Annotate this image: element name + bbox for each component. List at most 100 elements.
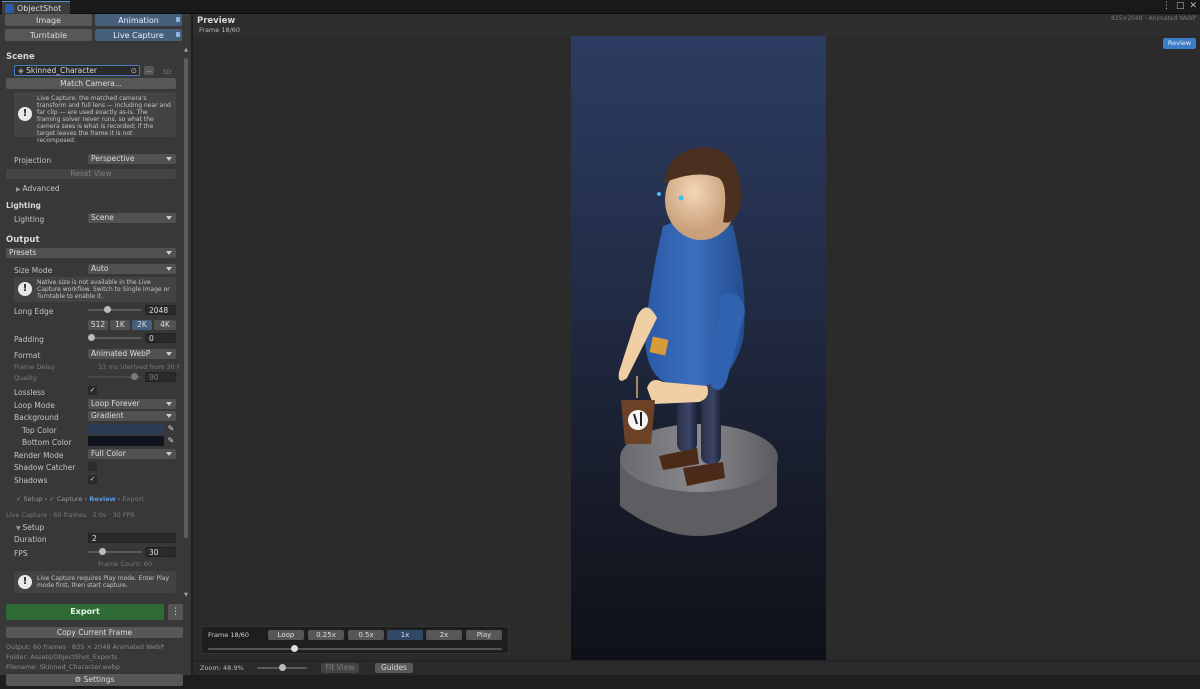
speed-1x-button[interactable]: 1x [387,630,423,640]
size-mode-label: Size Mode [14,266,53,275]
presets-dropdown[interactable]: Presets [6,248,176,258]
guides-button[interactable]: Guides [375,663,413,673]
output-info: Output: 60 frames · 835 × 2048 Animated … [6,643,165,651]
render-canvas [571,36,826,660]
long-edge-slider[interactable] [88,305,142,315]
slider-knob[interactable] [104,306,112,313]
slider-knob[interactable] [99,548,106,555]
zoom-slider[interactable] [257,663,307,673]
size-preset-512[interactable]: 512 [88,320,108,330]
setup-foldout[interactable]: ▼ Setup [16,523,44,532]
mode-animation-button[interactable]: Animation [95,14,182,26]
scrollbar-thumb[interactable] [184,58,188,538]
slider-knob[interactable] [131,373,138,380]
play-mode-help-text: Live Capture requires Play mode. Enter P… [37,575,170,589]
bottom-color-swatch[interactable] [88,436,164,446]
setup-header: Setup [22,523,45,532]
export-options-button[interactable]: ⋮ [168,604,183,620]
scene-object-field[interactable]: ◈ Skinned_Character ⊙ [14,65,140,76]
copy-frame-button[interactable]: Copy Current Frame [6,627,183,638]
scroll-up-icon[interactable]: ▲ [183,48,189,53]
loop-mode-dropdown[interactable]: Loop Forever [88,399,176,409]
play-button[interactable]: Play [466,630,502,640]
fps-field[interactable]: 30 [145,547,176,557]
target-picker-icon[interactable]: ⊙ [131,66,137,75]
size-preset-2k[interactable]: 2K [132,320,152,330]
lighting-label: Lighting [14,215,45,224]
maximize-icon[interactable]: □ [1176,1,1185,11]
eye-left [678,195,684,201]
settings-panel: Image Animation Turntable Live Capture S… [0,14,192,686]
timeline-knob[interactable] [291,645,299,652]
menu-icon[interactable]: ⋮ [1162,1,1171,11]
lossless-checkbox[interactable]: ✓ [88,386,97,395]
size-mode-dropdown[interactable]: Auto [88,264,176,274]
quality-slider[interactable] [88,372,142,382]
preview-viewport[interactable]: Review Frame 18/60 Loop 0.25x 0.5x 1x 2x… [193,36,1200,660]
mode-turntable-button[interactable]: Turntable [5,29,92,41]
window-tab[interactable]: ObjectShot [2,1,70,14]
speed-05-button[interactable]: 0.5x [348,630,384,640]
status-bar: Zoom: 48.9% Fit View Guides [193,660,1200,675]
mode-indicator-icon [176,17,180,22]
padding-slider[interactable] [88,333,142,343]
duration-field[interactable]: 2 [88,533,176,543]
frame-delay-label: Frame Delay [14,363,55,371]
preview-frame: Frame 18/60 [199,26,241,34]
review-button[interactable]: Review [1163,38,1196,49]
render-mode-dropdown[interactable]: Full Color [88,449,176,459]
fps-slider[interactable] [88,547,142,557]
mode-image-button[interactable]: Image [5,14,92,26]
settings-button[interactable]: ⚙ Settings [6,674,183,686]
workflow-steps: ✓ Setup › ✓ Capture › Review › Export [16,495,144,503]
output-folder: Folder: Assets/ObjectShot_Exports [6,653,118,661]
export-button[interactable]: Export [6,604,164,620]
step-review[interactable]: Review [89,495,115,503]
padding-label: Padding [14,335,44,344]
quality-field[interactable]: 90 [145,372,176,382]
app-icon [5,3,14,13]
zoom-knob[interactable] [278,664,286,671]
format-dropdown[interactable]: Animated WebP [88,349,176,359]
projection-dropdown[interactable]: Perspective [88,154,176,164]
loop-button[interactable]: Loop [268,630,304,640]
padding-field[interactable]: 0 [145,333,176,343]
timeline-slider[interactable] [208,644,502,654]
settings-scrollbar[interactable]: ▲ ▼ [183,48,189,598]
speed-2x-button[interactable]: 2x [426,630,462,640]
close-icon[interactable]: ✕ [1189,1,1197,11]
info-icon: ! [18,107,32,121]
size-preset-4k[interactable]: 4K [154,320,176,330]
reset-view-button[interactable]: Reset View [6,169,176,179]
step-separator: › [117,495,121,503]
shadows-checkbox[interactable]: ✓ [88,475,97,484]
size-preset-1k[interactable]: 1K [110,320,130,330]
advanced-label: Advanced [22,184,60,193]
lighting-dropdown[interactable]: Scene [88,213,176,223]
speed-025-button[interactable]: 0.25x [308,630,344,640]
mode-live-capture-button[interactable]: Live Capture [95,29,182,41]
eyedropper-icon[interactable]: ✎ [166,424,176,434]
shadow-catcher-checkbox[interactable] [88,462,97,471]
advanced-foldout[interactable]: ▶ Advanced [16,184,60,193]
step-capture[interactable]: ✓ Capture [49,495,82,503]
info-icon: ! [18,282,32,296]
background-dropdown[interactable]: Gradient [88,411,176,421]
top-color-swatch[interactable] [88,424,164,434]
duration-label: Duration [14,535,47,544]
eyedropper-icon[interactable]: ✎ [166,436,176,446]
object-options-button[interactable]: … [144,66,154,75]
fit-view-button[interactable]: Fit View [321,663,359,673]
timeline-track [208,648,502,650]
step-export[interactable]: Export [122,495,143,503]
settings-scroll-area[interactable]: Scene ◈ Skinned_Character ⊙ … 3D Match C… [0,48,186,598]
slider-knob[interactable] [88,334,95,341]
output-filename: Filename: Skinned_Character.webp [6,663,121,671]
preview-header: Preview Frame 18/60 835×2048 · Animated … [193,14,1200,36]
long-edge-field[interactable]: 2048 [145,305,176,315]
step-setup[interactable]: ✓ Setup [16,495,42,503]
match-camera-button[interactable]: Match Camera... [6,78,176,89]
lossless-label: Lossless [14,388,45,397]
playback-frame: Frame 18/60 [208,631,250,639]
preview-meta: 835×2048 · Animated WebP [1110,15,1196,22]
